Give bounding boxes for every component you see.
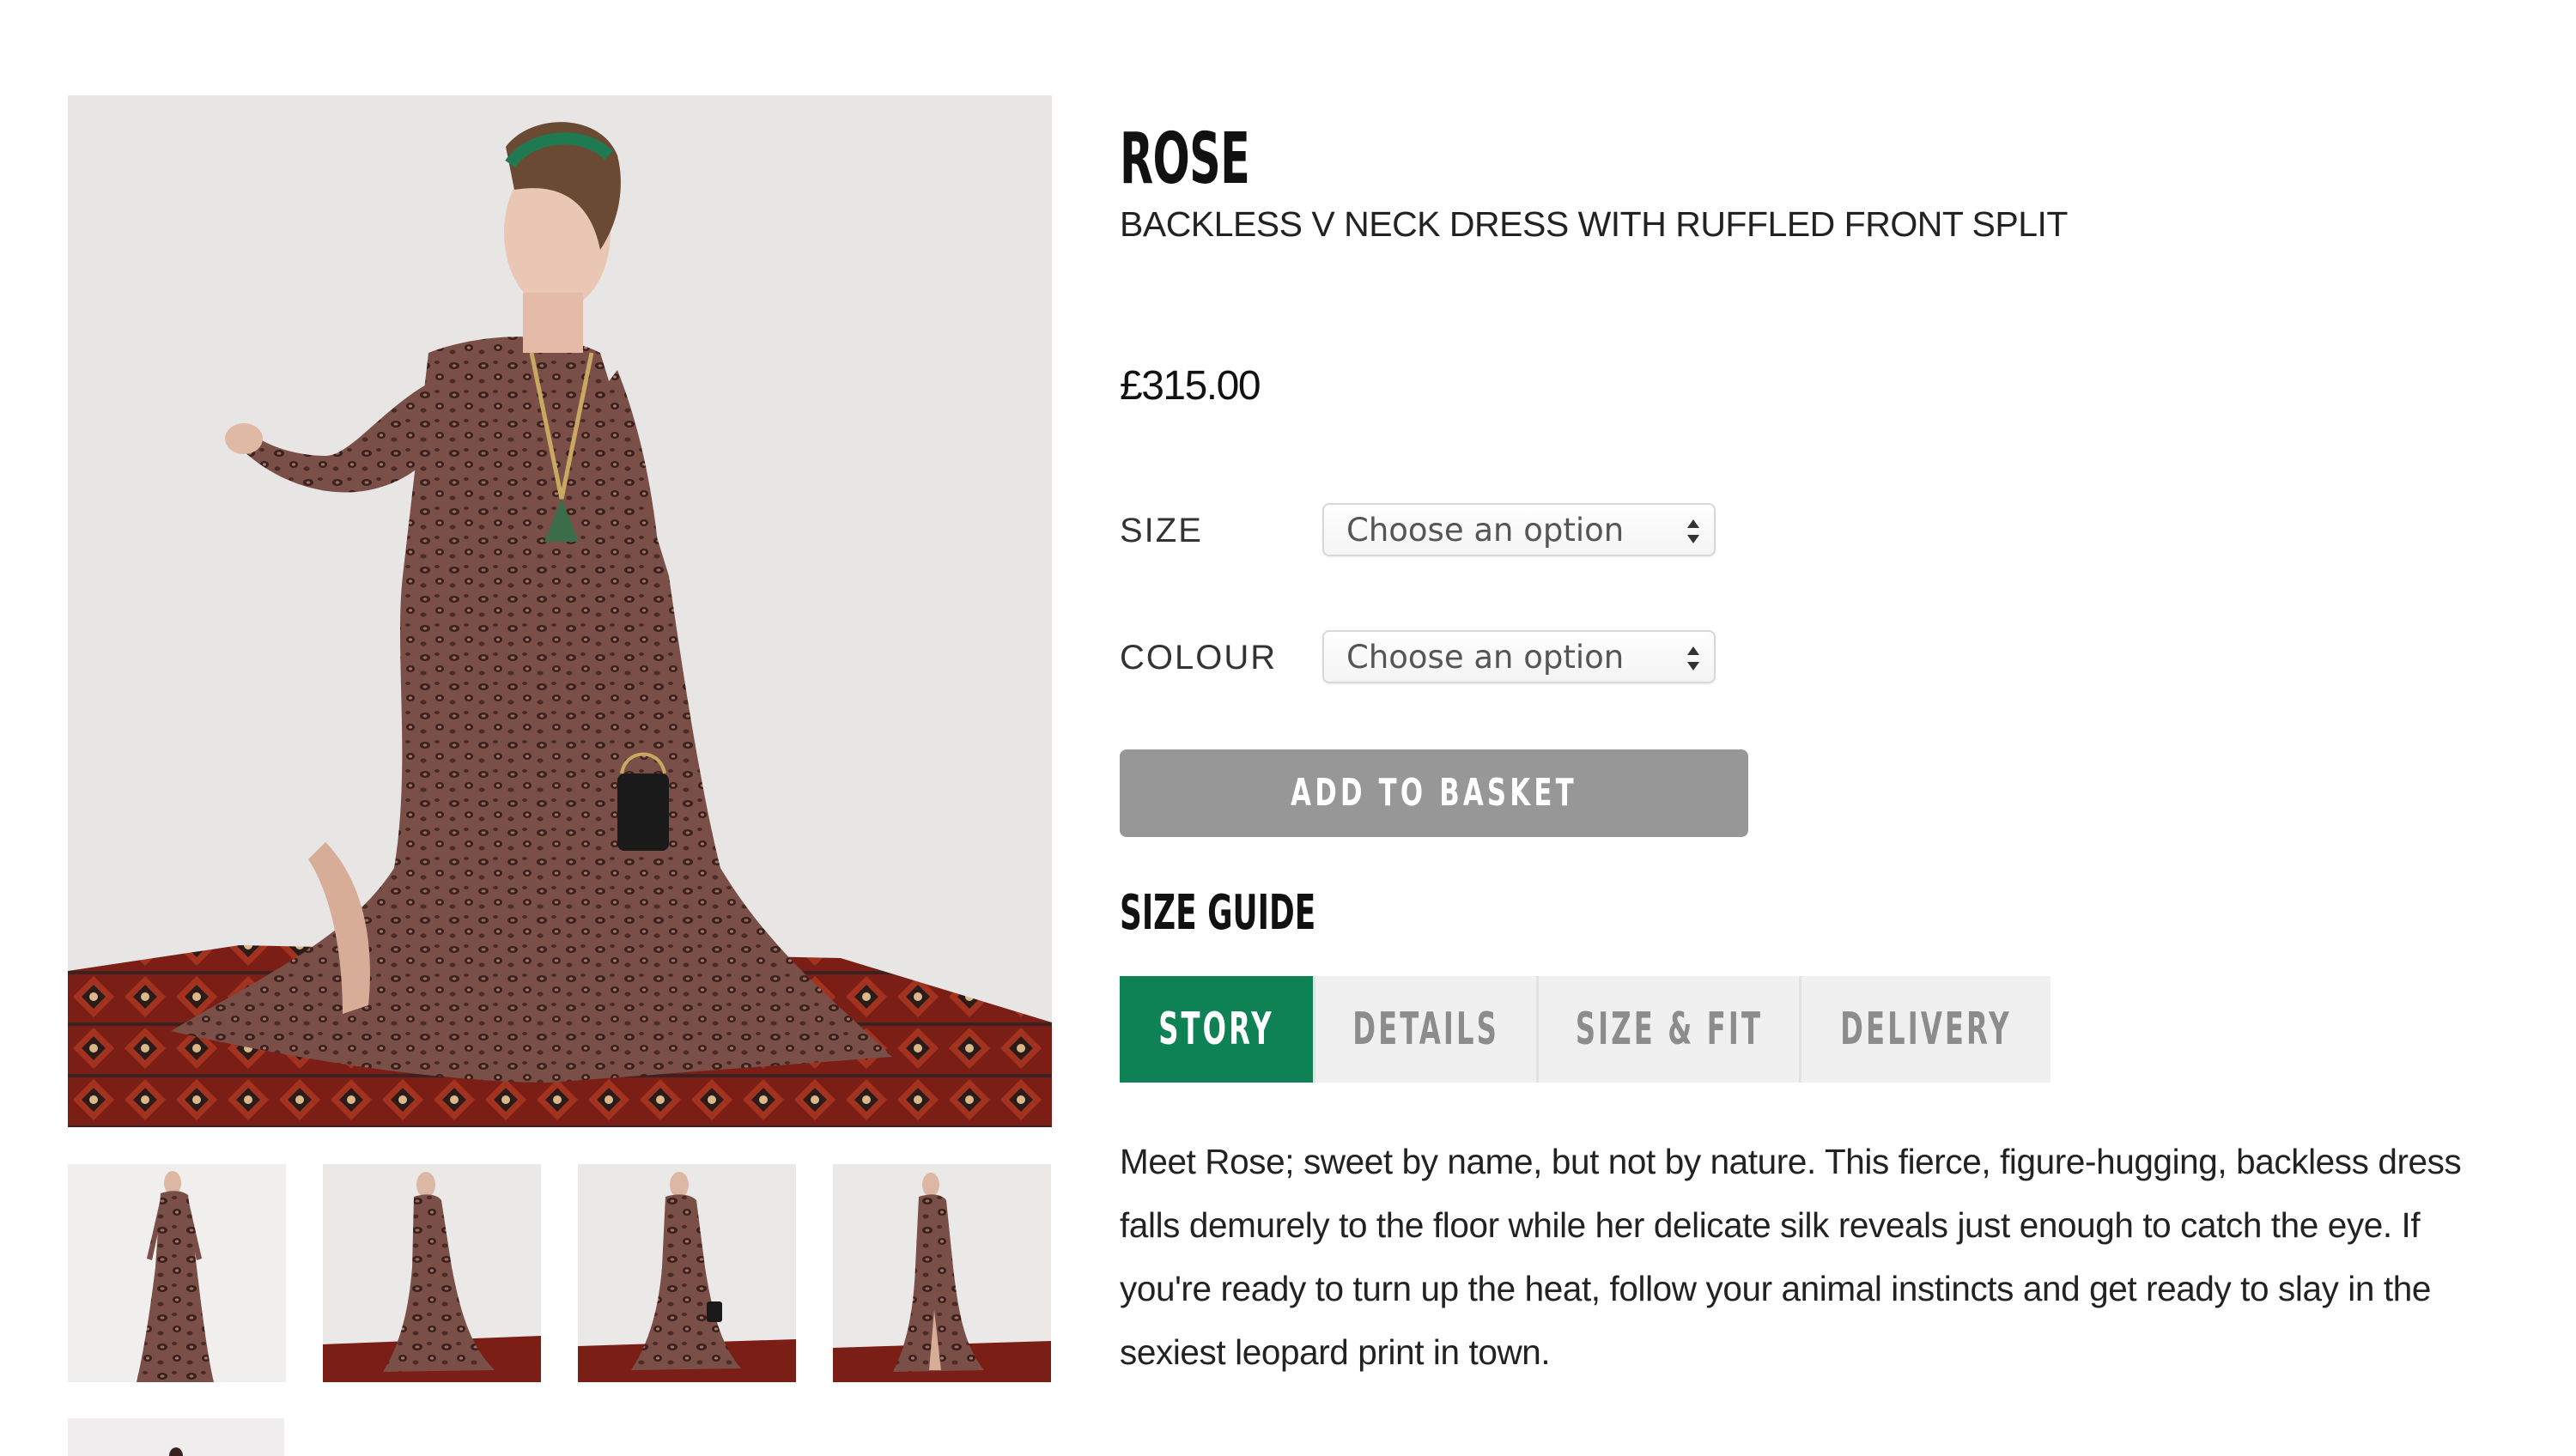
tab-delivery-label: DELIVERY: [1840, 1004, 2012, 1055]
thumbnail-image: [68, 1164, 286, 1382]
size-label: SIZE: [1120, 512, 1203, 549]
size-select[interactable]: Choose an option: [1322, 503, 1716, 556]
product-description: Meet Rose; sweet by name, but not by nat…: [1120, 1142, 2462, 1372]
add-to-basket-button[interactable]: ADD TO BASKET: [1120, 749, 1748, 837]
tab-size-fit[interactable]: SIZE & FIT: [1539, 976, 1801, 1083]
tab-story-label: STORY: [1158, 1004, 1274, 1055]
model-photo: [68, 95, 1052, 1127]
tab-size-fit-label: SIZE & FIT: [1575, 1004, 1763, 1055]
thumbnail-image: [68, 1418, 284, 1456]
select-arrows-icon: [1687, 646, 1699, 670]
product-info-tabs: STORY DETAILS SIZE & FIT DELIVERY: [1120, 976, 2050, 1083]
product-subtitle: BACKLESS V NECK DRESS WITH RUFFLED FRONT…: [1120, 204, 2068, 244]
thumbnail-image: [578, 1164, 796, 1382]
thumbnail-side-view[interactable]: [323, 1164, 541, 1382]
colour-select[interactable]: Choose an option: [1322, 630, 1716, 683]
add-to-basket-label: ADD TO BASKET: [1291, 771, 1577, 815]
tab-details-label: DETAILS: [1352, 1004, 1499, 1055]
thumbnail-front-view[interactable]: [68, 1164, 286, 1382]
tab-story[interactable]: STORY: [1120, 976, 1315, 1083]
thumbnail-front-bag-view[interactable]: [578, 1164, 796, 1382]
thumbnail-image: [833, 1164, 1051, 1382]
select-arrows-icon: [1687, 519, 1699, 543]
size-guide-link[interactable]: SIZE GUIDE: [1120, 884, 1315, 943]
thumbnail-side-split-view[interactable]: [833, 1164, 1051, 1382]
colour-label: COLOUR: [1120, 639, 1278, 676]
colour-select-value: Choose an option: [1346, 639, 1625, 676]
tab-details[interactable]: DETAILS: [1315, 976, 1539, 1083]
product-title: ROSE: [1120, 118, 1250, 200]
product-price: £315.00: [1120, 363, 1261, 409]
thumbnail-image: [323, 1164, 541, 1382]
tab-delivery[interactable]: DELIVERY: [1801, 976, 2050, 1083]
main-product-image[interactable]: [68, 95, 1052, 1127]
size-select-value: Choose an option: [1346, 512, 1625, 549]
thumbnail-partial[interactable]: [68, 1418, 284, 1456]
